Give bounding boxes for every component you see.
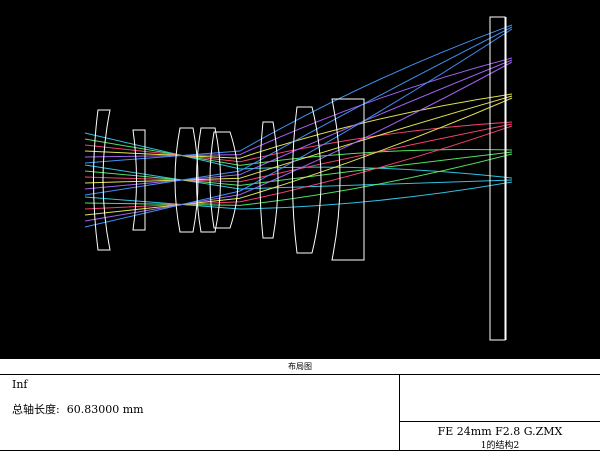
layout-title: 布局图 [288, 362, 312, 371]
lens-element-4 [196, 127, 221, 233]
ray-field-6-1 [84, 24, 513, 164]
title-divider [0, 374, 600, 375]
total-axial-length-label: 总轴长度: [12, 403, 60, 416]
file-name: FE 24mm F2.8 G.ZMX [437, 425, 563, 438]
lens-layout-plot [0, 0, 600, 358]
lens-elements-group [93, 16, 507, 341]
lens-element-2 [132, 129, 146, 231]
configuration-label: 1的结构2 [480, 441, 520, 451]
total-axial-length: 总轴长度: 60.83000 mm [12, 401, 144, 417]
file-box-divider [400, 421, 600, 422]
ray-trace-group [84, 24, 513, 228]
lens-element-6 [259, 121, 279, 239]
info-panel: 布局图 Inf 总轴长度: 60.83000 mm FE 24mm F2.8 G… [0, 358, 600, 451]
ray-field-3-2 [84, 123, 513, 183]
total-axial-length-value: 60.83000 mm [66, 403, 144, 416]
lens-element-5 [209, 131, 239, 229]
lens-element-1 [93, 109, 111, 251]
ray-field-1-3 [84, 181, 513, 210]
object-distance: Inf [12, 378, 28, 391]
panel-top-border [0, 358, 600, 359]
